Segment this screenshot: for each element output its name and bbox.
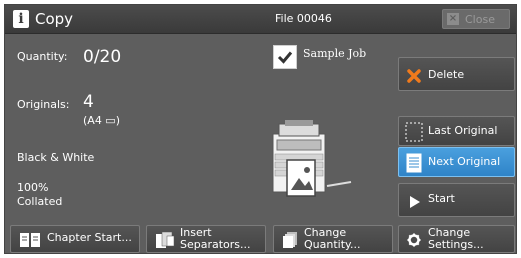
app-title: Copy <box>35 10 74 28</box>
finishing-mode: Collated <box>17 195 63 208</box>
originals-label: Originals: <box>17 98 70 111</box>
close-icon: × <box>447 13 459 25</box>
next-original-button[interactable]: Next Original <box>398 147 515 177</box>
gear-icon <box>407 233 421 247</box>
copy-screen: i Copy File 00046 × Close Quantity: 0/20… <box>4 4 517 254</box>
quantity-value: 0/20 <box>83 47 122 67</box>
file-label: File 00046 <box>275 12 332 25</box>
change-quantity-label-2: Quantity... <box>304 238 361 251</box>
last-original-label: Last Original <box>428 124 498 137</box>
originals-value: 4 <box>83 92 94 112</box>
zoom-ratio: 100% <box>17 181 49 194</box>
title-bar: i Copy File 00046 × Close <box>5 5 516 34</box>
sample-job-checkbox[interactable] <box>273 45 297 69</box>
sample-job-label: Sample Job <box>303 47 367 60</box>
last-original-button[interactable]: Last Original <box>398 116 515 146</box>
change-quantity-button[interactable]: Change Quantity... <box>273 225 393 253</box>
chapter-start-label: Chapter Start... <box>47 231 132 244</box>
start-button[interactable]: Start <box>398 183 515 217</box>
copier-icon <box>272 120 352 197</box>
delete-x-icon <box>407 69 421 83</box>
chapter-start-icon <box>20 233 40 247</box>
chapter-start-button[interactable]: Chapter Start... <box>10 225 140 253</box>
next-original-label: Next Original <box>428 155 501 168</box>
delete-button[interactable]: Delete <box>398 57 515 91</box>
start-play-icon <box>410 196 420 208</box>
insert-separators-label-2: Separators... <box>180 238 251 251</box>
color-mode: Black & White <box>17 151 95 164</box>
info-icon: i <box>13 10 29 28</box>
close-button-label: Close <box>465 13 495 26</box>
delete-label: Delete <box>428 68 465 81</box>
last-original-icon <box>405 122 423 142</box>
start-label: Start <box>428 192 455 205</box>
next-original-icon <box>406 153 422 173</box>
quantity-label: Quantity: <box>17 50 68 63</box>
originals-size: (A4 ▭) <box>83 114 120 127</box>
close-button[interactable]: × Close <box>442 9 510 29</box>
change-quantity-icon <box>283 232 297 248</box>
change-settings-button[interactable]: Change Settings... <box>398 225 515 253</box>
check-icon <box>277 51 293 64</box>
change-settings-label-2: Settings... <box>428 238 484 251</box>
insert-separators-button[interactable]: Insert Separators... <box>146 225 266 253</box>
insert-separators-icon <box>156 231 175 248</box>
